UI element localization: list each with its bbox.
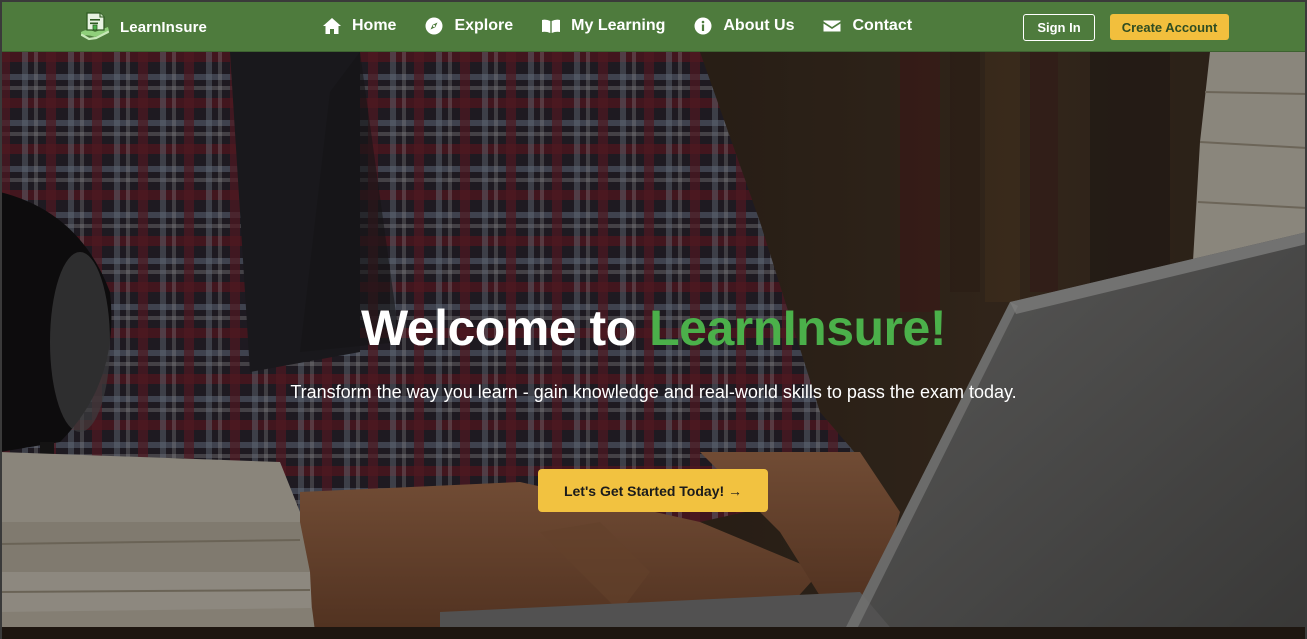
info-icon [694, 17, 712, 35]
nav-item-contact[interactable]: Contact [822, 16, 912, 36]
sign-in-button[interactable]: Sign In [1023, 14, 1095, 41]
nav-label-explore: Explore [454, 17, 514, 34]
nav-item-about-us[interactable]: About Us [693, 16, 794, 36]
hero-title-accent: LearnInsure! [649, 300, 946, 356]
hero-title-prefix: Welcome to [361, 300, 650, 356]
hero-section: Welcome to LearnInsure! Transform the wa… [0, 52, 1307, 639]
book-open-icon [542, 19, 561, 33]
nav-label-about-us: About Us [723, 17, 795, 34]
create-account-button[interactable]: Create Account [1110, 14, 1229, 40]
nav-item-my-learning[interactable]: My Learning [541, 16, 665, 36]
nav-label-home: Home [352, 17, 397, 34]
main-nav: Home Explore My Learning About Us Contac… [322, 0, 912, 52]
get-started-button[interactable]: Let's Get Started Today! → [538, 469, 768, 512]
nav-label-contact: Contact [852, 17, 913, 34]
nav-item-explore[interactable]: Explore [424, 16, 513, 36]
nav-label-my-learning: My Learning [571, 17, 666, 34]
brand-name: LearnInsure [120, 18, 207, 36]
envelope-icon [823, 20, 841, 32]
nav-item-home[interactable]: Home [322, 16, 396, 36]
hero-title: Welcome to LearnInsure! [0, 298, 1307, 358]
hero-subtitle: Transform the way you learn - gain knowl… [290, 382, 1017, 402]
compass-icon [425, 17, 443, 35]
home-icon [323, 18, 341, 34]
top-navbar: LearnInsure Home Explore My Learning Abo… [0, 0, 1307, 52]
brand[interactable]: LearnInsure [78, 10, 207, 44]
shield-document-icon [80, 12, 110, 41]
